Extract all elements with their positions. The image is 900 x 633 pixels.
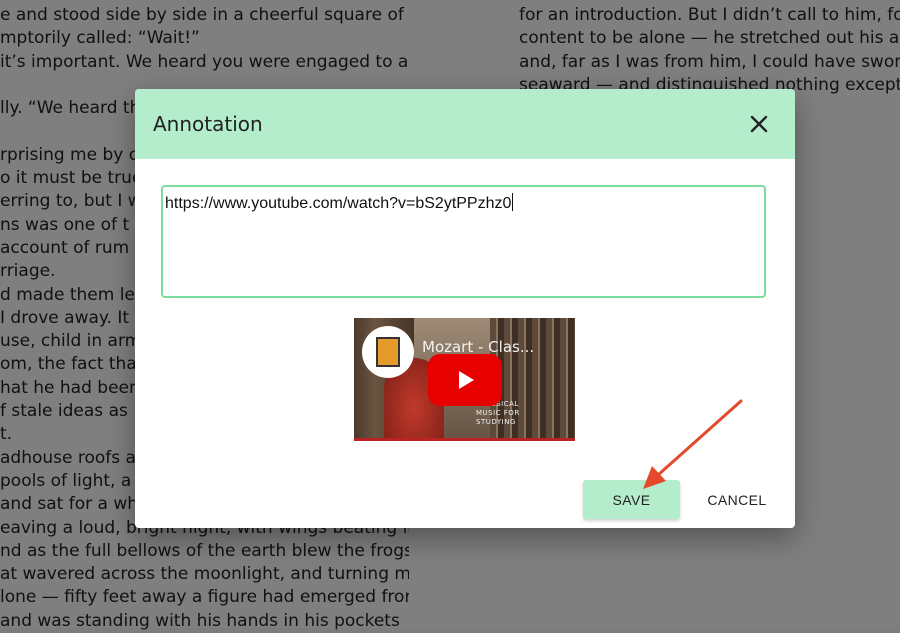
annotation-dialog: Annotation https://www.youtube.com/watch…: [135, 89, 795, 528]
play-icon[interactable]: [428, 354, 502, 406]
video-thumbnail[interactable]: Mozart - Clas... CLASSICAL MUSIC FOR STU…: [354, 318, 575, 441]
cancel-button[interactable]: CANCEL: [695, 480, 779, 519]
annotation-url-text: https://www.youtube.com/watch?v=bS2ytPPz…: [165, 195, 512, 212]
save-button[interactable]: SAVE: [583, 480, 680, 519]
channel-logo-mark: [376, 337, 400, 367]
dialog-header: Annotation: [135, 89, 795, 159]
annotation-url-input[interactable]: https://www.youtube.com/watch?v=bS2ytPPz…: [161, 185, 766, 298]
dialog-title: Annotation: [153, 112, 263, 136]
video-progress-bar: [354, 438, 575, 441]
channel-logo-icon[interactable]: [362, 326, 414, 378]
text-caret: [512, 193, 514, 211]
close-icon[interactable]: [745, 110, 773, 138]
